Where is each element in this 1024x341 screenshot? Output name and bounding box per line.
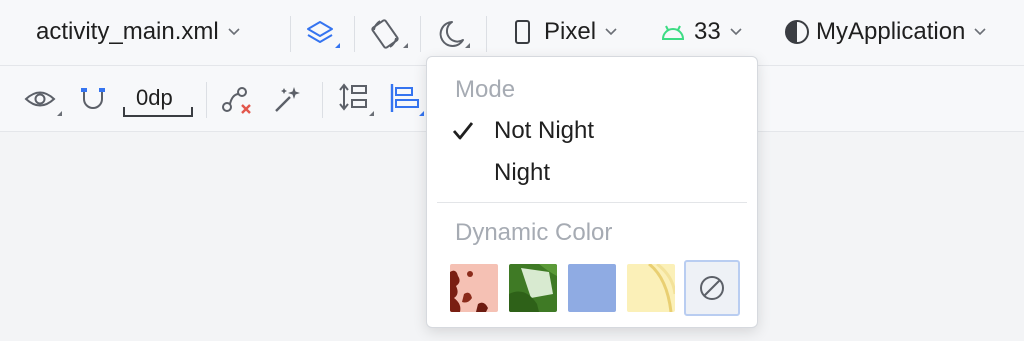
toolbar-divider: [322, 82, 323, 118]
dynamic-color-section-header: Dynamic Color: [455, 219, 613, 246]
design-surface-layers-icon[interactable]: [304, 18, 340, 52]
night-mode-moon-icon[interactable]: [434, 17, 470, 51]
swatch-green-wallpaper[interactable]: [509, 264, 557, 312]
layout-file-label: activity_main.xml: [36, 18, 219, 45]
swatch-no-dynamic-color[interactable]: [684, 260, 740, 316]
autoconnect-magnet-icon[interactable]: [78, 85, 108, 115]
view-options-eye-icon[interactable]: [24, 86, 62, 116]
theme-dropdown[interactable]: MyApplication: [784, 18, 987, 46]
default-margin-value[interactable]: 0dp: [136, 85, 173, 111]
phone-icon: [515, 20, 530, 44]
pack-spacing-icon[interactable]: [338, 82, 374, 116]
swatch-blue-wallpaper[interactable]: [568, 264, 616, 312]
align-left-icon[interactable]: [388, 82, 424, 116]
green-wallpaper-thumbnail: [509, 264, 557, 312]
clear-constraints-icon[interactable]: [220, 85, 254, 115]
android-icon: [661, 25, 685, 40]
api-level-label: 33: [694, 18, 721, 45]
menu-item-not-night[interactable]: Not Night: [427, 110, 757, 152]
chevron-down-icon: [228, 28, 240, 36]
toolbar-divider: [420, 16, 421, 52]
infer-constraints-wand-icon[interactable]: [272, 85, 304, 115]
toolbar-divider: [486, 16, 487, 52]
night-mode-popup: Mode Not Night Night Dynamic Color: [426, 56, 758, 328]
no-color-icon: [700, 276, 724, 300]
api-level-dropdown[interactable]: 33: [660, 18, 743, 46]
orientation-rotate-icon[interactable]: [368, 16, 408, 52]
checkmark-icon: [452, 122, 474, 140]
layout-file-dropdown[interactable]: activity_main.xml: [36, 18, 241, 46]
mode-section-header: Mode: [455, 76, 516, 103]
menu-divider: [437, 202, 747, 203]
toolbar-divider: [206, 82, 207, 118]
theme-contrast-icon: [785, 20, 809, 44]
menu-item-label: Not Night: [494, 117, 595, 144]
chevron-down-icon: [730, 28, 742, 36]
swatch-yellow-wallpaper[interactable]: [627, 264, 675, 312]
theme-label: MyApplication: [816, 18, 966, 45]
toolbar-divider: [290, 16, 291, 52]
swatch-red-wallpaper[interactable]: [450, 264, 498, 312]
menu-item-label: Night: [494, 159, 551, 186]
yellow-wallpaper-thumbnail: [627, 264, 675, 312]
toolbar-divider: [354, 16, 355, 52]
chevron-down-icon: [605, 28, 617, 36]
device-dropdown[interactable]: Pixel: [514, 18, 618, 46]
menu-item-night[interactable]: Night: [427, 152, 757, 194]
device-label: Pixel: [544, 18, 597, 45]
red-wallpaper-thumbnail: [450, 264, 498, 312]
chevron-down-icon: [974, 28, 986, 36]
